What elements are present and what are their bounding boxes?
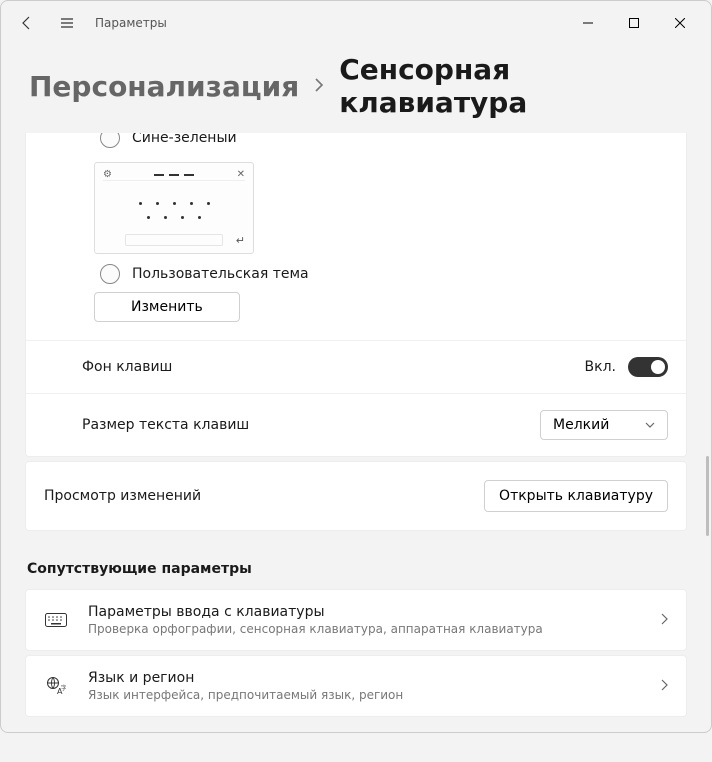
breadcrumb-parent[interactable]: Персонализация <box>29 70 299 103</box>
link-text: Язык и регион Язык интерфейса, предпочит… <box>88 670 640 702</box>
breadcrumb: Персонализация Сенсорная клавиатура <box>1 45 711 133</box>
theme-option-teal[interactable]: Сине-зеленый <box>26 133 686 156</box>
theme-card: Сине-зеленый ⚙ ✕ <box>25 133 687 457</box>
open-keyboard-button[interactable]: Открыть клавиатуру <box>484 480 668 512</box>
titlebar-left: Параметры <box>9 5 565 41</box>
link-text: Параметры ввода с клавиатуры Проверка ор… <box>88 604 640 636</box>
toggle-group: Вкл. <box>585 357 668 377</box>
breadcrumb-current: Сенсорная клавиатура <box>339 53 683 119</box>
select-value: Мелкий <box>553 417 609 433</box>
enter-icon: ↵ <box>236 234 245 247</box>
theme-label: Пользовательская тема <box>132 266 309 282</box>
chevron-right-icon <box>660 613 668 628</box>
theme-option-custom[interactable]: Пользовательская тема <box>26 264 686 292</box>
change-button[interactable]: Изменить <box>94 292 240 322</box>
preview-card: Просмотр изменений Открыть клавиатуру <box>25 461 687 531</box>
keyboard-preview: ⚙ ✕ ↵ <box>94 162 254 254</box>
nav-menu-button[interactable] <box>49 5 85 41</box>
key-background-label: Фон клавиш <box>82 359 172 375</box>
keyboard-keys <box>103 181 245 233</box>
theme-label: Сине-зеленый <box>132 133 237 143</box>
preview-label: Просмотр изменений <box>44 488 201 504</box>
suggestion-bars <box>154 174 194 176</box>
close-icon: ✕ <box>237 169 245 180</box>
link-desc: Язык интерфейса, предпочитаемый язык, ре… <box>88 688 640 702</box>
back-button[interactable] <box>9 5 45 41</box>
link-title: Параметры ввода с клавиатуры <box>88 604 640 620</box>
scrollbar-thumb[interactable] <box>706 456 709 536</box>
window-controls <box>565 7 703 39</box>
gear-icon: ⚙ <box>103 169 112 180</box>
link-title: Язык и регион <box>88 670 640 686</box>
minimize-button[interactable] <box>565 7 611 39</box>
keyboard-icon <box>44 613 68 627</box>
key-text-size-row: Размер текста клавиш Мелкий <box>26 393 686 456</box>
maximize-button[interactable] <box>611 7 657 39</box>
chevron-down-icon <box>645 420 655 431</box>
spacebar-preview <box>125 234 223 246</box>
svg-text:字: 字 <box>61 684 66 692</box>
radio-icon[interactable] <box>100 133 120 148</box>
key-text-size-label: Размер текста клавиш <box>82 417 249 433</box>
chevron-right-icon <box>313 76 325 97</box>
toggle-state-label: Вкл. <box>585 359 616 375</box>
language-icon: A字 <box>44 676 68 696</box>
key-background-toggle[interactable] <box>628 357 668 377</box>
link-desc: Проверка орфографии, сенсорная клавиатур… <box>88 622 640 636</box>
app-title: Параметры <box>95 16 167 30</box>
titlebar: Параметры <box>1 1 711 45</box>
link-typing-settings[interactable]: Параметры ввода с клавиатуры Проверка ор… <box>25 589 687 651</box>
related-heading: Сопутствующие параметры <box>27 561 687 577</box>
link-language-region[interactable]: A字 Язык и регион Язык интерфейса, предпо… <box>25 655 687 717</box>
close-button[interactable] <box>657 7 703 39</box>
key-text-size-select[interactable]: Мелкий <box>540 410 668 440</box>
radio-icon[interactable] <box>100 264 120 284</box>
content-scroll[interactable]: Сине-зеленый ⚙ ✕ <box>1 133 711 762</box>
key-background-row: Фон клавиш Вкл. <box>26 340 686 393</box>
chevron-right-icon <box>660 679 668 694</box>
